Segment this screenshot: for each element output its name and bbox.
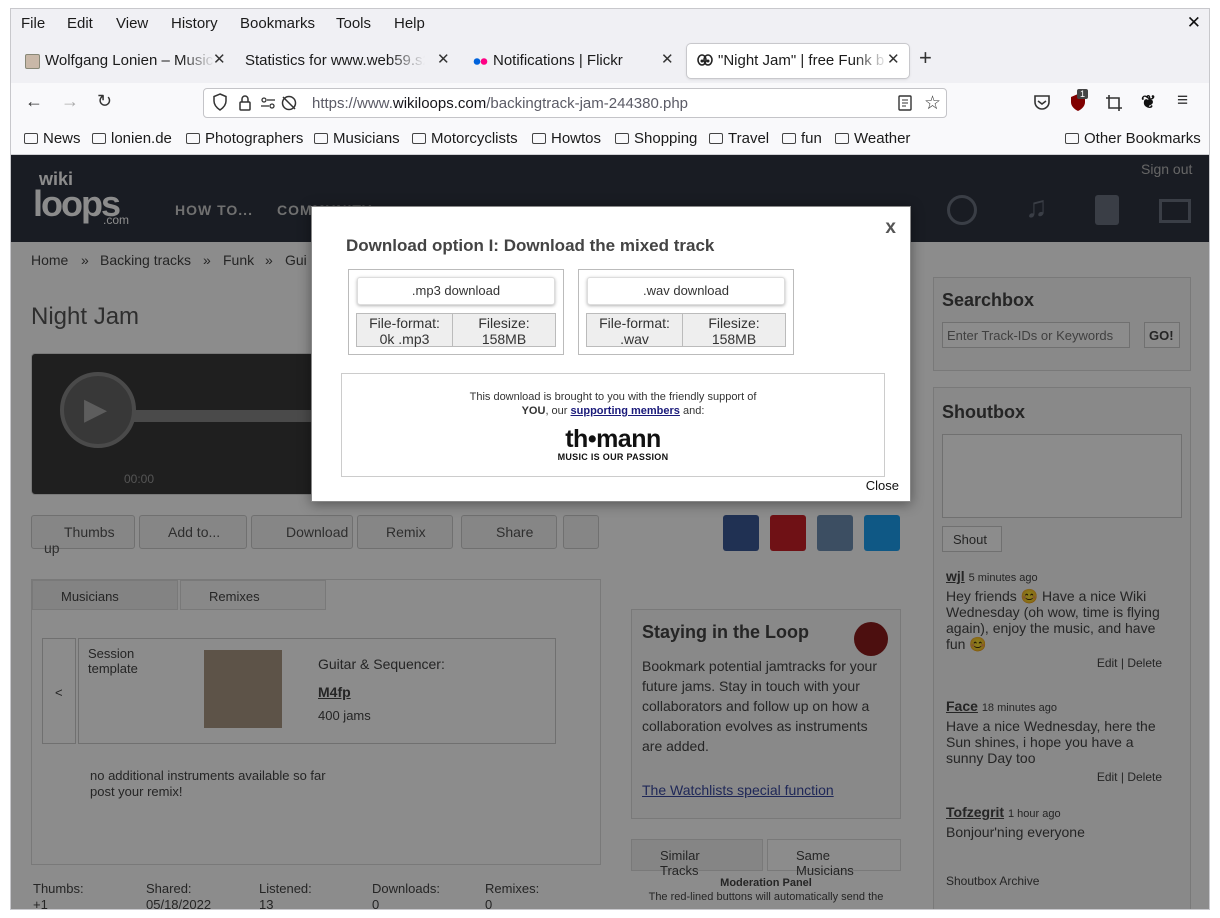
tab-flickr[interactable]: Notifications | Flickr ✕	[463, 44, 679, 78]
menu-tools[interactable]: Tools	[336, 15, 371, 32]
new-tab-icon[interactable]: +	[919, 45, 932, 71]
tab-title: Statistics for www.web59.s2	[245, 52, 425, 69]
menu-history[interactable]: History	[171, 15, 218, 32]
other-bookmarks[interactable]: Other Bookmarks	[1065, 130, 1201, 147]
wav-size-cell: Filesize: 158MB	[682, 313, 786, 347]
bookmark-shopping[interactable]: Shopping	[615, 130, 697, 147]
folder-icon	[92, 133, 106, 144]
tab-bar: Wolfgang Lonien – Music ✕ Statistics for…	[11, 39, 1209, 83]
tab-title: Wolfgang Lonien – Music	[45, 52, 214, 69]
bookmarks-bar: News lonien.de Photographers Musicians M…	[11, 123, 1209, 155]
folder-icon	[709, 133, 723, 144]
hamburger-menu-icon[interactable]: ≡	[1177, 90, 1188, 112]
menu-bookmarks[interactable]: Bookmarks	[240, 15, 315, 32]
bookmark-musicians[interactable]: Musicians	[314, 130, 400, 147]
menu-bar: File Edit View History Bookmarks Tools H…	[11, 9, 1209, 39]
bookmark-fun[interactable]: fun	[782, 130, 822, 147]
forward-icon[interactable]: →	[61, 91, 79, 112]
thomann-logo[interactable]: th•mann MUSIC IS OUR PASSION	[342, 426, 884, 462]
tab-statistics[interactable]: Statistics for www.web59.s2 ✕	[235, 44, 455, 78]
wav-format-cell: File-format: .wav	[586, 313, 683, 347]
menu-edit[interactable]: Edit	[67, 15, 93, 32]
shield-icon[interactable]	[212, 93, 228, 114]
menu-file[interactable]: File	[21, 15, 45, 32]
url-text[interactable]: https://www.wikiloops.com/backingtrack-j…	[312, 95, 688, 112]
back-icon[interactable]: ←	[25, 91, 43, 112]
folder-icon	[24, 133, 38, 144]
close-icon[interactable]: ✕	[887, 50, 900, 68]
lock-icon[interactable]	[238, 94, 252, 115]
close-icon[interactable]: ✕	[213, 50, 226, 68]
window-close-icon[interactable]: ✕	[1187, 13, 1201, 33]
page-content: wiki loops .com HOW TO... COMMUNITY Sign…	[11, 155, 1209, 909]
folder-icon	[782, 133, 796, 144]
navigation-bar: ← → ↻ https://www.wikiloops.com/backingt…	[11, 83, 1209, 123]
folder-icon	[412, 133, 426, 144]
bookmark-news[interactable]: News	[24, 130, 81, 147]
close-button[interactable]: Close	[862, 477, 902, 494]
mp3-download-button[interactable]: .mp3 download	[357, 277, 555, 305]
tracking-protection-icon[interactable]	[280, 94, 298, 115]
mp3-size-cell: Filesize: 158MB	[452, 313, 556, 347]
folder-icon	[314, 133, 328, 144]
tab-night-jam[interactable]: "Night Jam" | free Funk b ✕	[687, 44, 909, 78]
bookmark-travel[interactable]: Travel	[709, 130, 769, 147]
pocket-icon[interactable]	[1033, 94, 1051, 114]
supporting-members-link[interactable]: supporting members	[571, 405, 680, 417]
folder-icon	[186, 133, 200, 144]
url-bar[interactable]: https://www.wikiloops.com/backingtrack-j…	[203, 88, 947, 118]
download-dialog: x Download option I: Download the mixed …	[311, 206, 911, 502]
folder-icon	[835, 133, 849, 144]
wav-download-button[interactable]: .wav download	[587, 277, 785, 305]
avatar-favicon	[25, 54, 40, 69]
wikiloops-icon	[697, 52, 713, 67]
menu-help[interactable]: Help	[394, 15, 425, 32]
badge-count: 1	[1077, 89, 1089, 99]
sponsor-text: This download is brought to you with the…	[469, 391, 757, 403]
menu-view[interactable]: View	[116, 15, 148, 32]
tab-title: Notifications | Flickr	[493, 52, 623, 69]
browser-window: File Edit View History Bookmarks Tools H…	[10, 8, 1210, 910]
reader-view-icon[interactable]	[898, 95, 912, 114]
close-icon[interactable]: x	[885, 217, 896, 239]
sponsor-box: This download is brought to you with the…	[341, 373, 885, 477]
tab-wolfgang[interactable]: Wolfgang Lonien – Music ✕	[15, 44, 231, 78]
mp3-format-cell: File-format: 0k .mp3	[356, 313, 453, 347]
close-icon[interactable]: ✕	[437, 50, 450, 68]
bookmark-howtos[interactable]: Howtos	[532, 130, 601, 147]
wav-download-box: .wav download File-format: .wav Filesize:…	[578, 269, 794, 355]
crop-icon[interactable]	[1105, 94, 1123, 115]
folder-icon	[615, 133, 629, 144]
bookmark-weather[interactable]: Weather	[835, 130, 910, 147]
flickr-icon	[473, 54, 488, 69]
dialog-title: Download option I: Download the mixed tr…	[346, 236, 715, 255]
folder-icon	[1065, 133, 1079, 144]
permissions-icon[interactable]	[260, 94, 276, 115]
tab-title: "Night Jam" | free Funk b	[718, 52, 885, 69]
sponsor-text-line2: YOU, our supporting members and:	[521, 405, 705, 417]
star-icon[interactable]: ☆	[924, 92, 941, 115]
bookmark-photographers[interactable]: Photographers	[186, 130, 303, 147]
folder-icon	[532, 133, 546, 144]
reload-icon[interactable]: ↻	[97, 91, 112, 112]
mp3-download-box: .mp3 download File-format: 0k .mp3 Filesi…	[348, 269, 564, 355]
ublock-icon[interactable]: 1	[1069, 89, 1089, 115]
bookmark-motorcyclists[interactable]: Motorcyclists	[412, 130, 518, 147]
bookmark-lonien[interactable]: lonien.de	[92, 130, 172, 147]
extension-icon[interactable]: ❦	[1141, 92, 1156, 113]
close-icon[interactable]: ✕	[661, 50, 674, 68]
